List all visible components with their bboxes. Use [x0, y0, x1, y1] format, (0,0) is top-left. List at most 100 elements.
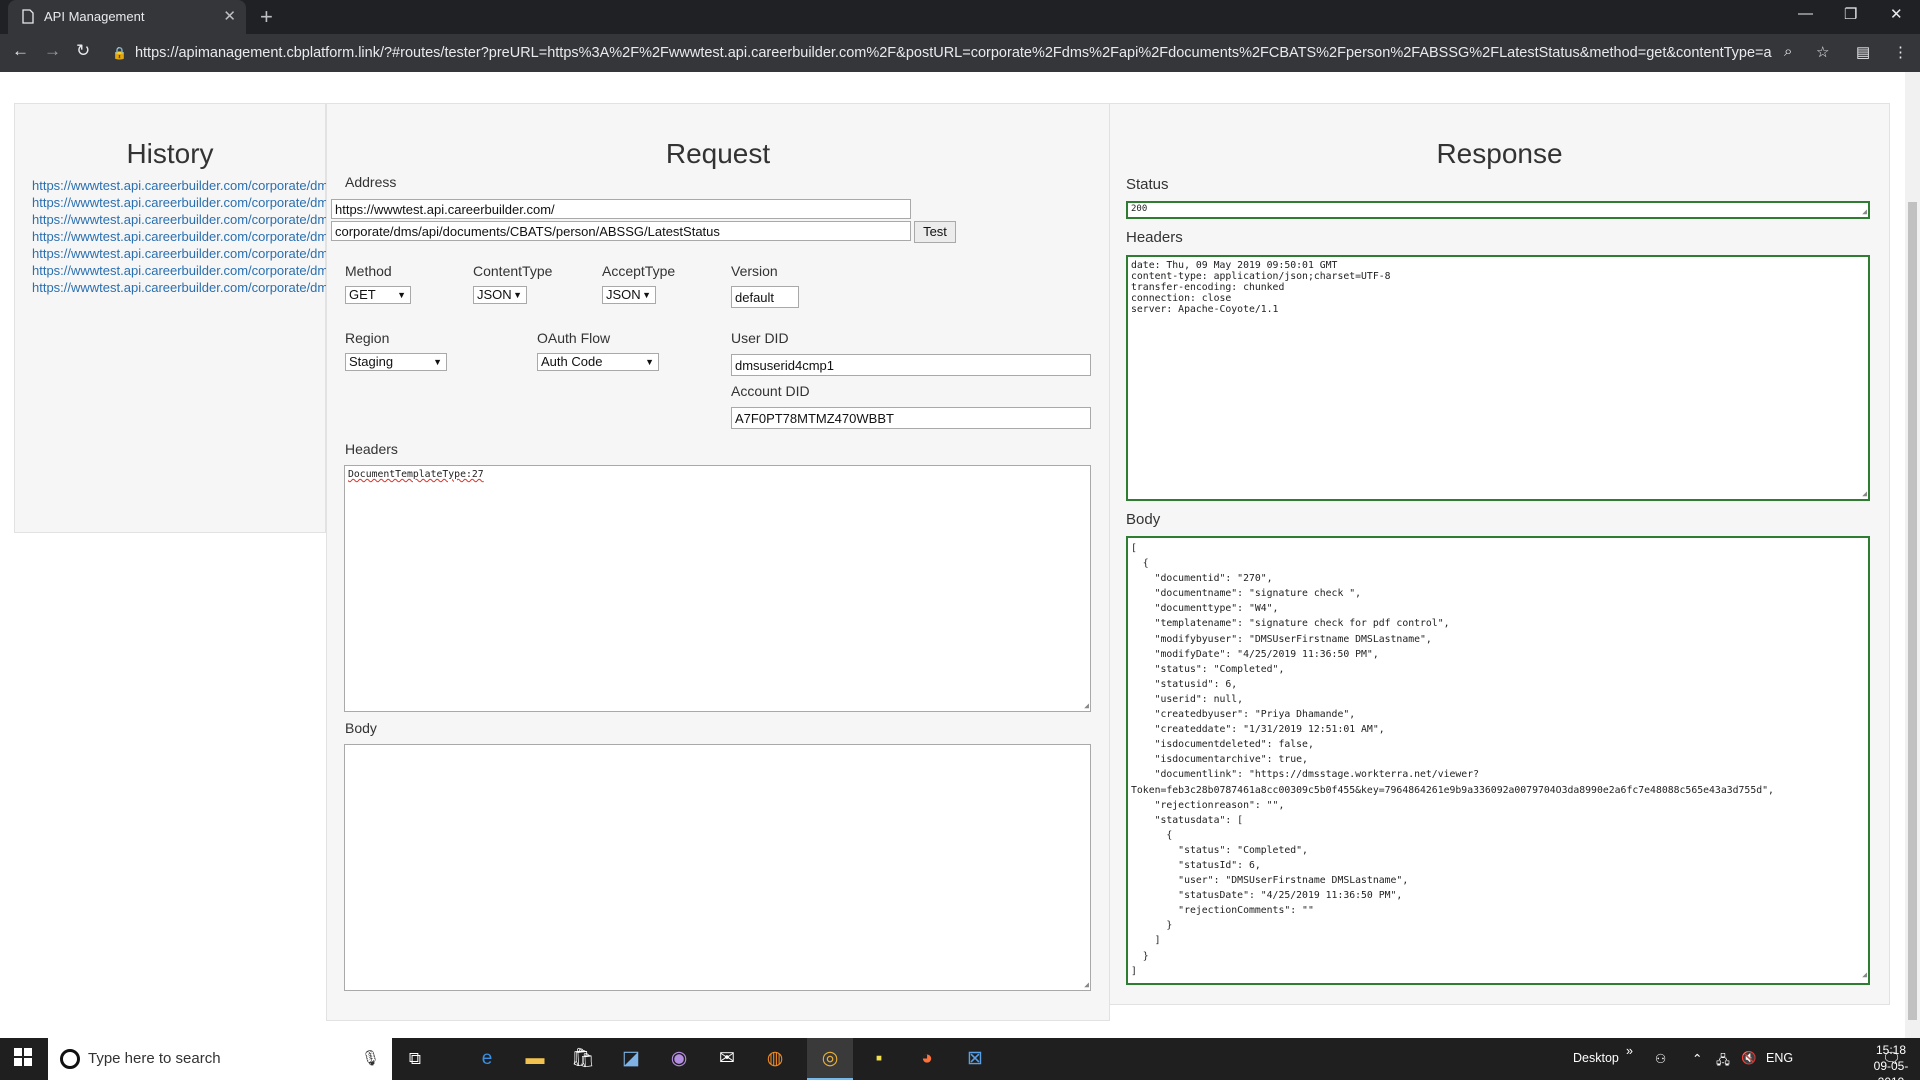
edge-icon[interactable]: e [464, 1038, 510, 1080]
bookmark-star-icon[interactable]: ☆ [1816, 43, 1829, 61]
language-indicator[interactable]: ENG [1766, 1051, 1793, 1065]
close-window-icon[interactable]: ✕ [1890, 5, 1903, 23]
account-did-label: Account DID [731, 383, 810, 399]
close-tab-icon[interactable]: ✕ [223, 7, 236, 25]
network-icon[interactable]: 🖧 [1716, 1051, 1730, 1072]
content-type-label: ContentType [473, 263, 553, 279]
status-textarea[interactable]: 200 ◢ [1126, 201, 1870, 219]
taskbar-search[interactable]: Type here to search 🎙 [48, 1038, 392, 1080]
notifications-icon[interactable]: 🗨 [1882, 1049, 1901, 1067]
new-tab-icon[interactable]: + [260, 4, 273, 30]
response-body-value: [ { "documentid": "270", "documentname":… [1131, 543, 1774, 977]
content-type-select[interactable]: JSON ▼ [473, 286, 527, 304]
accept-type-select[interactable]: JSON ▼ [602, 286, 656, 304]
dropdown-arrow-icon: ▼ [433, 357, 442, 367]
request-body-textarea[interactable]: ◢ [344, 744, 1091, 991]
history-link[interactable]: https://wwwtest.api.careerbuilder.com/co… [32, 177, 637, 194]
zoom-icon[interactable]: ⌕ [1784, 43, 1792, 60]
chevron-up-icon[interactable]: ⌃ [1692, 1051, 1702, 1066]
resize-handle-icon[interactable]: ◢ [1084, 980, 1089, 989]
method-label: Method [345, 263, 392, 279]
minimize-icon[interactable]: — [1798, 5, 1813, 22]
history-link[interactable]: https://wwwtest.api.careerbuilder.com/co… [32, 245, 632, 262]
chrome-icon[interactable]: ◎ [807, 1038, 853, 1080]
response-headers-textarea[interactable]: date: Thu, 09 May 2019 09:50:01 GMT cont… [1126, 255, 1870, 501]
task-view-icon[interactable]: ⧉ [392, 1038, 438, 1080]
request-headers-value: DocumentTemplateType:27 [348, 469, 484, 480]
oauth-flow-select[interactable]: Auth Code ▼ [537, 353, 659, 371]
scrollbar-thumb[interactable] [1908, 202, 1917, 1020]
browser-tab-strip: API Management ✕ + — ❐ ✕ [0, 0, 1920, 34]
version-label: Version [731, 263, 778, 279]
history-link[interactable]: https://wwwtest.api.careerbuilder.com/co… [32, 279, 581, 296]
volume-icon[interactable]: 🔇 [1741, 1051, 1757, 1066]
history-link[interactable]: https://wwwtest.api.careerbuilder.com/co… [32, 262, 627, 279]
firefox-icon[interactable]: ◕ [904, 1038, 950, 1080]
user-did-input[interactable] [731, 354, 1091, 376]
test-button[interactable]: Test [914, 221, 956, 243]
response-headers-value: date: Thu, 09 May 2019 09:50:01 GMT cont… [1131, 260, 1391, 315]
page-scrollbar[interactable] [1905, 72, 1920, 1038]
oauth-flow-value: Auth Code [541, 354, 603, 369]
desktop-toolbar-label[interactable]: Desktop [1573, 1051, 1619, 1065]
response-body-label: Body [1126, 511, 1161, 528]
region-value: Staging [349, 354, 394, 369]
reload-icon[interactable]: ↻ [76, 41, 90, 61]
history-link[interactable]: https://wwwtest.api.careerbuilder.com/co… [32, 228, 631, 245]
file-explorer-icon[interactable]: ▬ [512, 1038, 558, 1080]
address-base-input[interactable] [331, 199, 911, 219]
people-icon[interactable]: ⚇ [1655, 1051, 1666, 1066]
taskbar: Type here to search 🎙 ⧉ e ▬ 🛍 ◪ ◉ ✉ ◍ ◎ … [0, 1038, 1920, 1089]
menu-dots-icon[interactable]: ⋮ [1893, 43, 1908, 61]
store-icon[interactable]: 🛍 [560, 1038, 606, 1080]
chevron-right-icon[interactable]: » [1626, 1044, 1633, 1058]
version-input[interactable] [731, 286, 799, 308]
search-placeholder: Type here to search [88, 1050, 221, 1067]
sticky-notes-icon[interactable]: ▪ [856, 1038, 902, 1080]
request-body-label: Body [345, 720, 377, 736]
back-icon[interactable]: ← [12, 41, 29, 61]
region-select[interactable]: Staging ▼ [345, 353, 447, 371]
firefox-dev-icon[interactable]: ◍ [752, 1038, 798, 1080]
restore-icon[interactable]: ❐ [1844, 5, 1857, 23]
app-icon[interactable]: ◪ [608, 1038, 654, 1080]
history-link[interactable]: https://wwwtest.api.careerbuilder.com/co… [32, 194, 613, 211]
resize-handle-icon[interactable]: ◢ [1862, 489, 1867, 498]
request-headers-textarea[interactable]: DocumentTemplateType:27 ◢ [344, 465, 1091, 712]
resize-handle-icon[interactable]: ◢ [1084, 701, 1089, 710]
oauth-flow-label: OAuth Flow [537, 330, 611, 346]
dropdown-arrow-icon: ▼ [645, 357, 654, 367]
windows-start-icon[interactable] [14, 1048, 32, 1072]
user-did-label: User DID [731, 330, 789, 346]
request-panel: Request Address Test Method GET ▼ Content… [326, 103, 1110, 1021]
method-value: GET [349, 287, 376, 302]
resize-handle-icon[interactable]: ◢ [1862, 207, 1867, 216]
account-did-input[interactable] [731, 407, 1091, 429]
request-headers-label: Headers [345, 441, 398, 457]
browser-toolbar: ← → ↻ 🔒 https://apimanagement.cbplatform.… [0, 34, 1920, 72]
request-title: Request [665, 138, 771, 169]
history-title: History [126, 138, 214, 169]
resize-handle-icon[interactable]: ◢ [1862, 967, 1867, 982]
cortana-icon [60, 1049, 80, 1069]
mail-icon[interactable]: ✉ [704, 1038, 750, 1080]
accept-type-label: AcceptType [602, 263, 676, 279]
content-type-value: JSON [477, 287, 512, 302]
browser-tab[interactable]: API Management ✕ [8, 0, 246, 34]
eclipse-icon[interactable]: ◉ [656, 1038, 702, 1080]
address-bar[interactable]: 🔒 https://apimanagement.cbplatform.link/?… [112, 38, 1772, 68]
address-path-input[interactable] [331, 221, 911, 241]
page-icon [22, 9, 34, 27]
response-panel: Response Status 200 ◢ Headers date: Thu, … [1109, 103, 1890, 1005]
extension-icon[interactable]: ▤ [1856, 43, 1870, 61]
microphone-icon[interactable]: 🎙 [361, 1049, 380, 1067]
method-select[interactable]: GET ▼ [345, 286, 411, 304]
forward-icon[interactable]: → [44, 41, 61, 61]
response-headers-label: Headers [1126, 229, 1183, 246]
response-body-textarea[interactable]: [ { "documentid": "270", "documentname":… [1126, 536, 1870, 985]
history-link[interactable]: https://wwwtest.api.careerbuilder.com/co… [32, 211, 631, 228]
status-label: Status [1126, 176, 1169, 193]
visual-studio-icon[interactable]: ⊠ [952, 1038, 998, 1080]
status-value: 200 [1131, 204, 1148, 214]
accept-type-value: JSON [606, 287, 641, 302]
